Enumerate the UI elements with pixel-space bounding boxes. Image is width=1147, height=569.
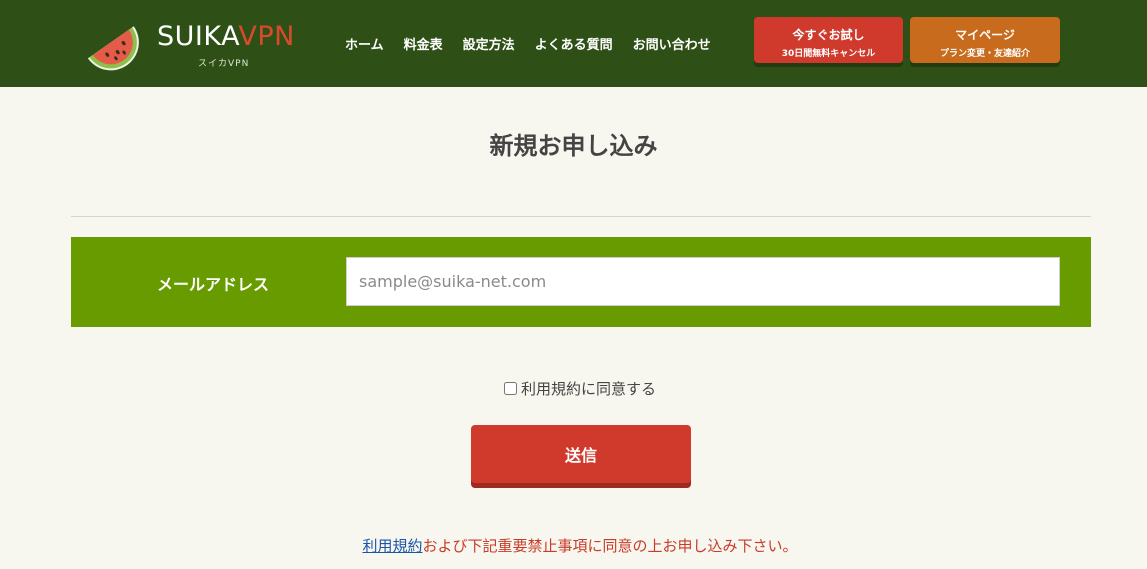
free-trial-label: 今すぐお試し — [792, 28, 865, 42]
terms-agreement: 利用規約に同意する — [0, 378, 1147, 399]
nav-contact[interactable]: お問い合わせ — [633, 34, 711, 53]
logo-wordmark: SUIKAVPN — [157, 22, 295, 52]
terms-checkbox[interactable] — [503, 382, 517, 395]
logo-brand-accent: VPN — [238, 21, 295, 52]
terms-checkbox-label[interactable]: 利用規約に同意する — [521, 380, 656, 398]
terms-notice: 利用規約および下記重要禁止事項に同意の上お申し込み下さい。 — [0, 535, 1147, 556]
mypage-sublabel: プラン変更・友達紹介 — [939, 49, 1030, 59]
site-logo[interactable]: SUIKAVPN スイカVPN — [80, 10, 310, 76]
nav-faq[interactable]: よくある質問 — [535, 34, 613, 53]
nav-setup[interactable]: 設定方法 — [463, 34, 515, 53]
logo-brand-main: SUIKA — [157, 21, 239, 52]
terms-link[interactable]: 利用規約 — [362, 537, 422, 555]
nav-home[interactable]: ホーム — [345, 34, 384, 53]
mypage-button[interactable]: マイページ プラン変更・友達紹介 — [910, 17, 1060, 63]
logo-subtitle: スイカVPN — [198, 59, 250, 69]
email-input[interactable] — [346, 257, 1060, 306]
site-header: SUIKAVPN スイカVPN ホーム 料金表 設定方法 よくある質問 お問い合… — [0, 0, 1147, 87]
nav-pricing[interactable]: 料金表 — [404, 34, 443, 53]
email-form-row: メールアドレス — [71, 237, 1091, 327]
mypage-label: マイページ — [955, 28, 1015, 42]
free-trial-button[interactable]: 今すぐお試し 30日間無料キャンセル — [754, 17, 903, 63]
main-nav: ホーム 料金表 設定方法 よくある質問 お問い合わせ — [345, 34, 731, 53]
terms-notice-text: および下記重要禁止事項に同意の上お申し込み下さい。 — [422, 537, 798, 555]
divider — [71, 216, 1091, 217]
submit-button[interactable]: 送信 — [471, 425, 691, 483]
page-title: 新規お申し込み — [489, 132, 658, 160]
email-label: メールアドレス — [156, 275, 269, 294]
watermelon-icon — [87, 26, 139, 71]
free-trial-sublabel: 30日間無料キャンセル — [781, 49, 876, 59]
